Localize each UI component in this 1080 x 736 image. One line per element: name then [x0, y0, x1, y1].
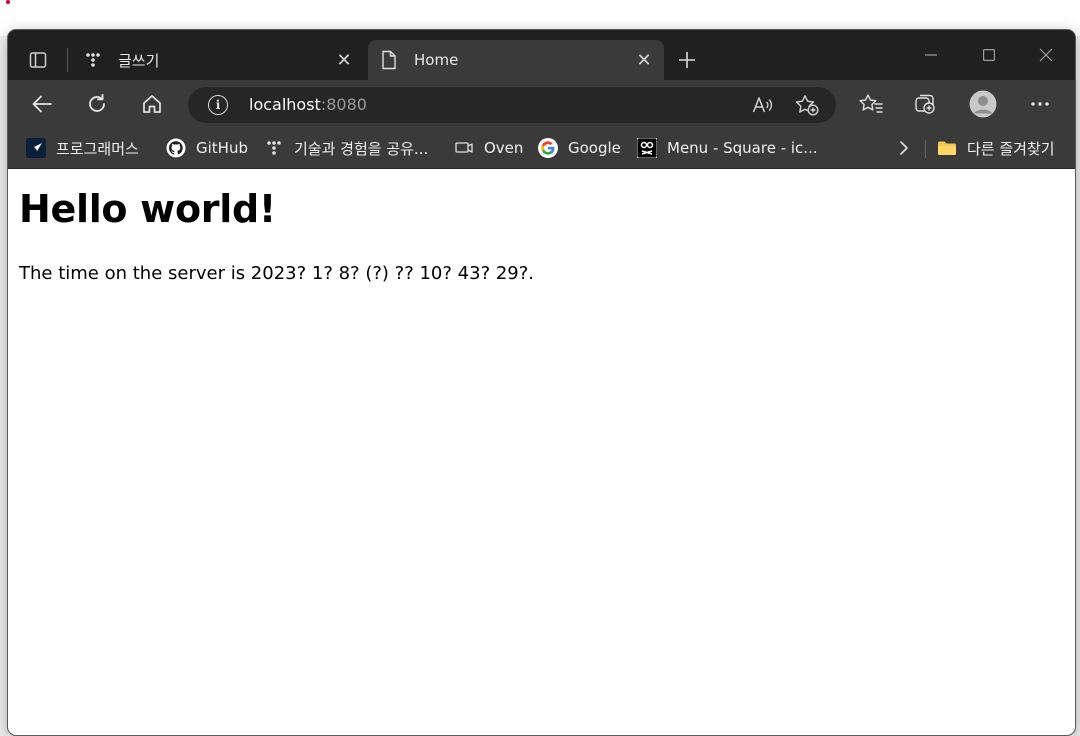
tab-actions-icon[interactable]: [20, 46, 56, 74]
tab-title: Home: [414, 51, 459, 69]
bookmark-label: 기술과 경험을 공유...: [294, 139, 429, 158]
favorites-icon[interactable]: [853, 88, 889, 120]
url-port: :8080: [320, 95, 367, 114]
page-icon: [378, 49, 400, 71]
url-text[interactable]: localhost:8080: [249, 95, 367, 114]
home-button[interactable]: [134, 88, 170, 120]
github-icon: [166, 138, 186, 158]
tistory-icon: [82, 49, 104, 71]
bookmark-oven[interactable]: Oven: [454, 134, 523, 162]
desktop-background-left: [0, 36, 8, 736]
add-favorite-icon[interactable]: [794, 93, 820, 117]
google-icon: [538, 138, 558, 158]
bookmark-separator: [925, 140, 926, 158]
close-tab-icon[interactable]: ✕: [632, 48, 656, 72]
maximize-button[interactable]: [960, 40, 1018, 70]
bookmark-tistory[interactable]: 기술과 경험을 공유...: [264, 134, 428, 162]
page-heading: Hello world!: [19, 187, 276, 231]
other-favorites-folder[interactable]: 다른 즐겨찾기: [937, 134, 1055, 162]
close-tab-icon[interactable]: ✕: [332, 48, 356, 72]
desktop-dot: [6, 0, 10, 4]
programmers-icon: [26, 138, 46, 158]
site-info-icon[interactable]: i: [208, 95, 228, 115]
bookmark-label: GitHub: [196, 139, 248, 157]
profile-avatar[interactable]: [965, 88, 1001, 120]
bookmark-label: Google: [568, 139, 621, 157]
tab-write[interactable]: 글쓰기 ✕: [72, 40, 364, 80]
oven-icon: [454, 138, 474, 158]
favorites-bar: 프로그래머스 GitHub 기술과 경험을 공유... Oven Google: [8, 128, 1075, 169]
bookmark-icons8[interactable]: Menu - Square - ic...: [637, 134, 818, 162]
tab-separator: [67, 48, 68, 72]
browser-window: 글쓰기 ✕ Home ✕ i localhost:8080 프로그래머스 Git…: [8, 30, 1075, 735]
address-bar[interactable]: i localhost:8080: [188, 87, 836, 123]
bookmark-github[interactable]: GitHub: [166, 134, 248, 162]
folder-icon: [937, 138, 957, 158]
icons8-icon: [637, 138, 657, 158]
refresh-button[interactable]: [79, 88, 115, 120]
tab-title: 글쓰기: [118, 51, 160, 70]
tab-home[interactable]: Home ✕: [368, 40, 664, 80]
navigation-toolbar: i localhost:8080: [8, 80, 1075, 128]
server-time-text: The time on the server is 2023? 1? 8? (?…: [19, 263, 535, 284]
page-content: Hello world! The time on the server is 2…: [8, 169, 1075, 735]
more-options-icon[interactable]: [1022, 88, 1058, 120]
tistory-icon: [264, 138, 284, 158]
url-host: localhost: [249, 95, 321, 114]
minimize-button[interactable]: [902, 40, 960, 70]
title-bar: 글쓰기 ✕ Home ✕: [8, 30, 1075, 80]
collections-icon[interactable]: [908, 88, 944, 120]
bookmark-label: Menu - Square - ic...: [667, 139, 818, 157]
back-button[interactable]: [24, 88, 60, 120]
bookmark-google[interactable]: Google: [538, 134, 621, 162]
new-tab-button[interactable]: [672, 46, 702, 74]
bookmark-label: Oven: [484, 139, 524, 157]
bookmark-label: 프로그래머스: [56, 139, 139, 158]
folder-label: 다른 즐겨찾기: [967, 139, 1055, 158]
read-aloud-icon[interactable]: [750, 93, 776, 117]
close-window-button[interactable]: [1017, 40, 1075, 70]
bookmark-programmers[interactable]: 프로그래머스: [26, 134, 139, 162]
chevron-right-icon[interactable]: [894, 136, 914, 160]
